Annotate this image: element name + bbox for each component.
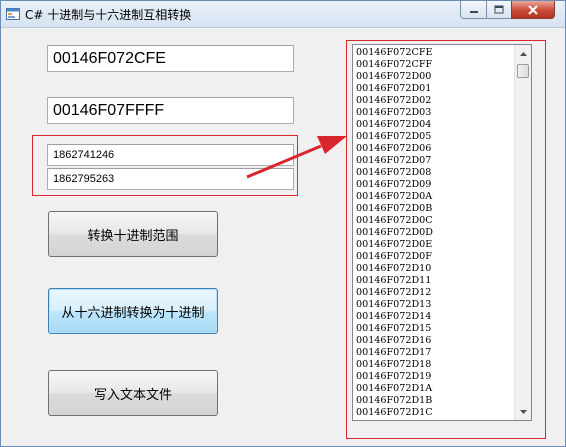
hex-list-box[interactable]: 00146F072CFE 00146F072CFF 00146F072D00 0014… (352, 44, 532, 421)
dec-start-field[interactable]: 1862741246 (47, 144, 294, 166)
close-icon (528, 4, 538, 15)
dec-end-field[interactable]: 1862795263 (47, 168, 294, 190)
list-item[interactable]: 00146F072D19 (353, 371, 514, 383)
list-item[interactable]: 00146F072D10 (353, 263, 514, 275)
scroll-down-arrow-icon (519, 409, 527, 414)
list-item[interactable]: 00146F072CFF (353, 59, 514, 71)
list-item[interactable]: 00146F072D04 (353, 119, 514, 131)
list-item[interactable]: 00146F072D0D (353, 227, 514, 239)
hex-end-field[interactable]: 00146F07FFFF (47, 97, 294, 124)
hex-start-field[interactable]: 00146F072CFE (47, 45, 294, 72)
list-item[interactable]: 00146F072CFE (353, 47, 514, 59)
list-item[interactable]: 00146F072D1C (353, 407, 514, 419)
hex-list-items: 00146F072CFE 00146F072CFF 00146F072D00 0014… (353, 45, 514, 419)
form-client-area: 00146F072CFE 00146F07FFFF 1862741246 186… (1, 28, 565, 446)
list-item[interactable]: 00146F072D0C (353, 215, 514, 227)
title-bar[interactable]: C# 十进制与十六进制互相转换 (1, 1, 565, 28)
list-item[interactable]: 00146F072D01 (353, 83, 514, 95)
window-title: C# 十进制与十六进制互相转换 (25, 8, 192, 22)
list-item[interactable]: 00146F072D1A (353, 383, 514, 395)
list-item[interactable]: 00146F072D00 (353, 71, 514, 83)
scroll-thumb[interactable] (517, 64, 529, 78)
list-item[interactable]: 00146F072D02 (353, 95, 514, 107)
list-item[interactable]: 00146F072D14 (353, 311, 514, 323)
list-item[interactable]: 00146F072D0A (353, 191, 514, 203)
app-window: C# 十进制与十六进制互相转换 00146F072CFE 00146F07FFF… (0, 0, 566, 447)
list-item[interactable]: 00146F072D08 (353, 167, 514, 179)
hex-to-dec-button[interactable]: 从十六进制转换为十进制 (48, 288, 218, 334)
convert-range-button[interactable]: 转换十进制范围 (48, 211, 218, 257)
close-button[interactable] (511, 1, 555, 19)
list-item[interactable]: 00146F072D07 (353, 155, 514, 167)
scroll-down-button[interactable] (515, 403, 531, 420)
list-item[interactable]: 00146F072D12 (353, 287, 514, 299)
list-item[interactable]: 00146F072D13 (353, 299, 514, 311)
minimize-button[interactable] (460, 1, 487, 19)
maximize-button[interactable] (486, 1, 512, 19)
list-item[interactable]: 00146F072D03 (353, 107, 514, 119)
scroll-up-arrow-icon (519, 51, 527, 56)
scroll-up-button[interactable] (515, 45, 531, 62)
vertical-scrollbar[interactable] (514, 45, 531, 420)
list-item[interactable]: 00146F072D0B (353, 203, 514, 215)
list-item[interactable]: 00146F072D0E (353, 239, 514, 251)
form-icon (6, 8, 20, 20)
list-item[interactable]: 00146F072D06 (353, 143, 514, 155)
minimize-icon (469, 10, 478, 13)
list-item[interactable]: 00146F072D0F (353, 251, 514, 263)
list-item[interactable]: 00146F072D11 (353, 275, 514, 287)
list-item[interactable]: 00146F072D1B (353, 395, 514, 407)
write-file-button[interactable]: 写入文本文件 (48, 370, 218, 416)
list-item[interactable]: 00146F072D05 (353, 131, 514, 143)
list-item[interactable]: 00146F072D09 (353, 179, 514, 191)
list-item[interactable]: 00146F072D17 (353, 347, 514, 359)
maximize-icon (494, 5, 504, 14)
list-item[interactable]: 00146F072D18 (353, 359, 514, 371)
list-item[interactable]: 00146F072D15 (353, 323, 514, 335)
list-item[interactable]: 00146F072D16 (353, 335, 514, 347)
